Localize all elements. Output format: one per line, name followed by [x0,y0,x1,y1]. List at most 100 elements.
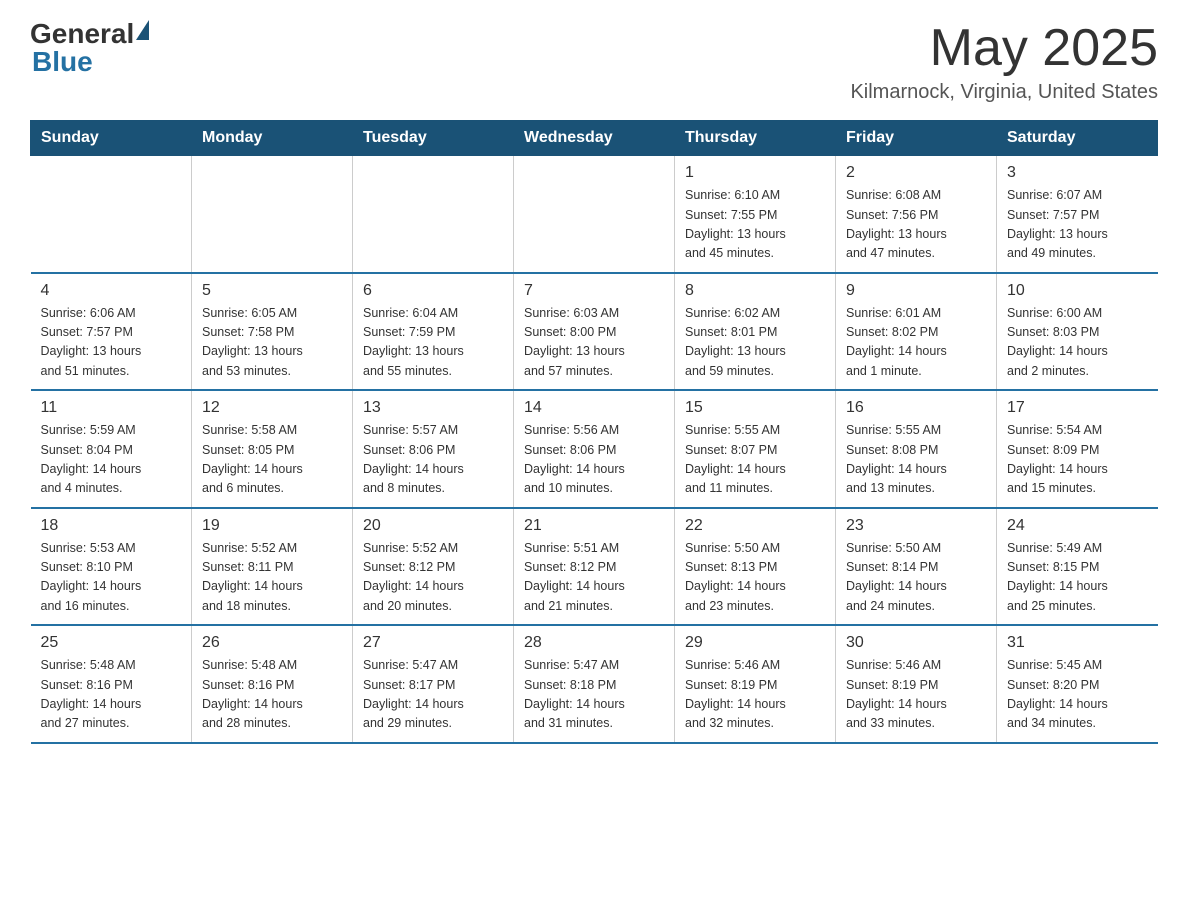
month-title: May 2025 [850,20,1158,77]
header-day-friday: Friday [836,121,997,156]
day-info: Sunrise: 6:03 AMSunset: 8:00 PMDaylight:… [524,304,664,382]
day-number: 26 [202,634,342,652]
day-cell: 7 Sunrise: 6:03 AMSunset: 8:00 PMDaylight… [514,273,675,391]
day-cell: 8Sunrise: 6:02 AMSunset: 8:01 PMDaylight… [675,273,836,391]
day-cell: 22 Sunrise: 5:50 AMSunset: 8:13 PMDayligh… [675,508,836,626]
day-number: 11 [41,399,182,417]
day-cell [192,156,353,273]
day-cell: 23 Sunrise: 5:50 AMSunset: 8:14 PMDayligh… [836,508,997,626]
day-info: Sunrise: 5:55 AMSunset: 8:07 PMDaylight:… [685,421,825,499]
day-number: 8 [685,282,825,300]
day-cell: 26 Sunrise: 5:48 AMSunset: 8:16 PMDayligh… [192,625,353,743]
day-info: Sunrise: 5:48 AMSunset: 8:16 PMDaylight:… [41,656,182,734]
day-number: 22 [685,517,825,535]
day-cell [353,156,514,273]
day-cell: 18 Sunrise: 5:53 AMSunset: 8:10 PMDayligh… [31,508,192,626]
day-number: 28 [524,634,664,652]
day-number: 16 [846,399,986,417]
day-cell: 16 Sunrise: 5:55 AMSunset: 8:08 PMDayligh… [836,390,997,508]
header-day-tuesday: Tuesday [353,121,514,156]
day-number: 19 [202,517,342,535]
calendar-header: SundayMondayTuesdayWednesdayThursdayFrid… [31,121,1158,156]
day-info: Sunrise: 5:48 AMSunset: 8:16 PMDaylight:… [202,656,342,734]
day-number: 1 [685,164,825,182]
week-row-2: 4 Sunrise: 6:06 AMSunset: 7:57 PMDaylight… [31,273,1158,391]
day-cell: 6 Sunrise: 6:04 AMSunset: 7:59 PMDaylight… [353,273,514,391]
day-number: 2 [846,164,986,182]
header-day-thursday: Thursday [675,121,836,156]
day-cell: 31 Sunrise: 5:45 AMSunset: 8:20 PMDayligh… [997,625,1158,743]
day-number: 17 [1007,399,1148,417]
day-number: 6 [363,282,503,300]
header-row: SundayMondayTuesdayWednesdayThursdayFrid… [31,121,1158,156]
day-number: 18 [41,517,182,535]
day-number: 7 [524,282,664,300]
day-cell: 9 Sunrise: 6:01 AMSunset: 8:02 PMDaylight… [836,273,997,391]
day-number: 21 [524,517,664,535]
day-cell [31,156,192,273]
day-cell: 10 Sunrise: 6:00 AMSunset: 8:03 PMDayligh… [997,273,1158,391]
day-cell: 1 Sunrise: 6:10 AMSunset: 7:55 PMDaylight… [675,156,836,273]
day-number: 10 [1007,282,1148,300]
day-number: 31 [1007,634,1148,652]
day-info: Sunrise: 5:50 AMSunset: 8:14 PMDaylight:… [846,539,986,617]
logo-general-text: General [30,18,134,49]
day-info: Sunrise: 5:47 AMSunset: 8:17 PMDaylight:… [363,656,503,734]
day-cell: 2Sunrise: 6:08 AMSunset: 7:56 PMDaylight… [836,156,997,273]
day-number: 9 [846,282,986,300]
day-info: Sunrise: 5:54 AMSunset: 8:09 PMDaylight:… [1007,421,1148,499]
day-info: Sunrise: 5:45 AMSunset: 8:20 PMDaylight:… [1007,656,1148,734]
day-info: Sunrise: 5:47 AMSunset: 8:18 PMDaylight:… [524,656,664,734]
day-cell: 15Sunrise: 5:55 AMSunset: 8:07 PMDayligh… [675,390,836,508]
week-row-4: 18 Sunrise: 5:53 AMSunset: 8:10 PMDayligh… [31,508,1158,626]
day-info: Sunrise: 5:52 AMSunset: 8:11 PMDaylight:… [202,539,342,617]
day-info: Sunrise: 6:06 AMSunset: 7:57 PMDaylight:… [41,304,182,382]
day-info: Sunrise: 5:53 AMSunset: 8:10 PMDaylight:… [41,539,182,617]
day-cell: 30Sunrise: 5:46 AMSunset: 8:19 PMDayligh… [836,625,997,743]
day-cell: 28 Sunrise: 5:47 AMSunset: 8:18 PMDayligh… [514,625,675,743]
day-cell: 25 Sunrise: 5:48 AMSunset: 8:16 PMDayligh… [31,625,192,743]
day-number: 5 [202,282,342,300]
day-info: Sunrise: 5:56 AMSunset: 8:06 PMDaylight:… [524,421,664,499]
day-cell [514,156,675,273]
day-cell: 27Sunrise: 5:47 AMSunset: 8:17 PMDayligh… [353,625,514,743]
day-number: 4 [41,282,182,300]
day-info: Sunrise: 5:50 AMSunset: 8:13 PMDaylight:… [685,539,825,617]
header-day-saturday: Saturday [997,121,1158,156]
title-block: May 2025 Kilmarnock, Virginia, United St… [850,20,1158,104]
day-info: Sunrise: 5:59 AMSunset: 8:04 PMDaylight:… [41,421,182,499]
day-info: Sunrise: 5:49 AMSunset: 8:15 PMDaylight:… [1007,539,1148,617]
day-info: Sunrise: 5:55 AMSunset: 8:08 PMDaylight:… [846,421,986,499]
day-number: 24 [1007,517,1148,535]
day-cell: 5 Sunrise: 6:05 AMSunset: 7:58 PMDaylight… [192,273,353,391]
day-cell: 3Sunrise: 6:07 AMSunset: 7:57 PMDaylight… [997,156,1158,273]
day-info: Sunrise: 5:46 AMSunset: 8:19 PMDaylight:… [846,656,986,734]
day-number: 13 [363,399,503,417]
day-cell: 20 Sunrise: 5:52 AMSunset: 8:12 PMDayligh… [353,508,514,626]
logo-blue-text: Blue [32,46,93,77]
header-day-monday: Monday [192,121,353,156]
day-cell: 13 Sunrise: 5:57 AMSunset: 8:06 PMDayligh… [353,390,514,508]
day-info: Sunrise: 6:05 AMSunset: 7:58 PMDaylight:… [202,304,342,382]
day-number: 20 [363,517,503,535]
header-day-sunday: Sunday [31,121,192,156]
day-info: Sunrise: 6:01 AMSunset: 8:02 PMDaylight:… [846,304,986,382]
day-info: Sunrise: 5:46 AMSunset: 8:19 PMDaylight:… [685,656,825,734]
day-cell: 17 Sunrise: 5:54 AMSunset: 8:09 PMDayligh… [997,390,1158,508]
week-row-5: 25 Sunrise: 5:48 AMSunset: 8:16 PMDayligh… [31,625,1158,743]
day-info: Sunrise: 5:52 AMSunset: 8:12 PMDaylight:… [363,539,503,617]
day-number: 12 [202,399,342,417]
day-number: 25 [41,634,182,652]
day-info: Sunrise: 6:10 AMSunset: 7:55 PMDaylight:… [685,186,825,264]
day-info: Sunrise: 6:04 AMSunset: 7:59 PMDaylight:… [363,304,503,382]
day-cell: 14Sunrise: 5:56 AMSunset: 8:06 PMDayligh… [514,390,675,508]
day-number: 29 [685,634,825,652]
day-info: Sunrise: 6:00 AMSunset: 8:03 PMDaylight:… [1007,304,1148,382]
day-number: 23 [846,517,986,535]
logo-arrow-icon [136,20,149,40]
header-day-wednesday: Wednesday [514,121,675,156]
day-info: Sunrise: 5:51 AMSunset: 8:12 PMDaylight:… [524,539,664,617]
day-info: Sunrise: 6:07 AMSunset: 7:57 PMDaylight:… [1007,186,1148,264]
day-info: Sunrise: 5:57 AMSunset: 8:06 PMDaylight:… [363,421,503,499]
calendar-table: SundayMondayTuesdayWednesdayThursdayFrid… [30,120,1158,744]
